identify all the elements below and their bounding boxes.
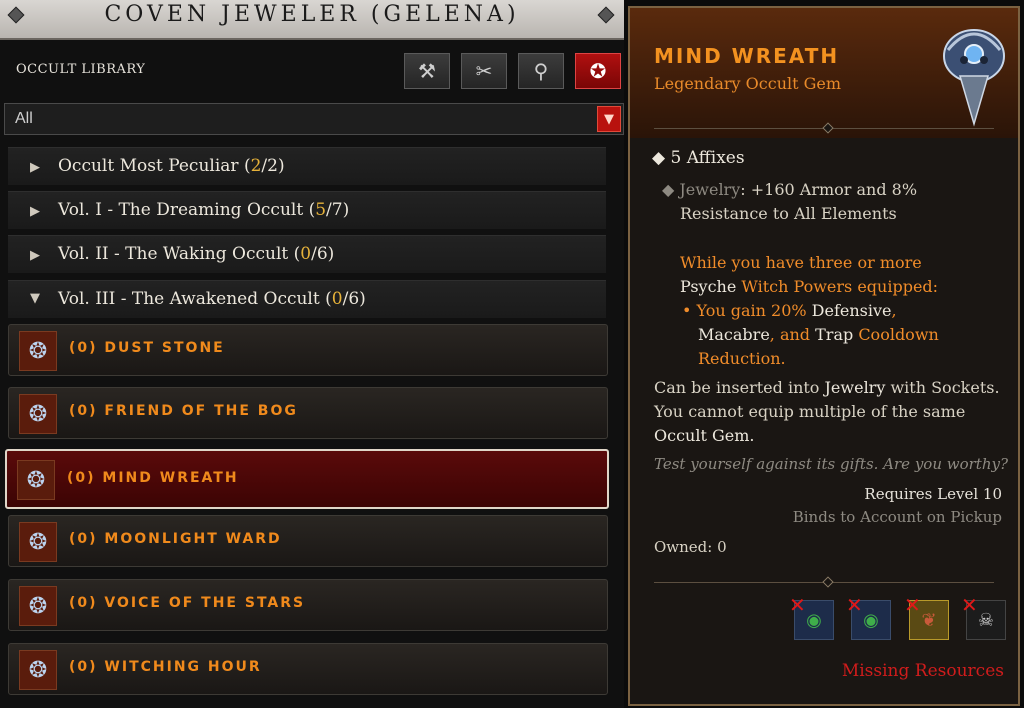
category-vol-2[interactable]: ▶ Vol. II - The Waking Occult (0/6) — [8, 235, 606, 273]
item-tooltip: MIND WREATH Legendary Occult Gem ◆ 5 Aff… — [628, 6, 1020, 706]
skull-material-icon: ☠ — [977, 609, 995, 631]
jeweler-panel: COVEN JEWELER (GELENA) OCCULT LIBRARY ⚒ … — [0, 0, 624, 708]
jewelry-affix-cont: Resistance to All Elements — [680, 204, 897, 223]
tongs-button[interactable]: ✂ — [461, 53, 507, 89]
occult-gem-icon: ❂ — [19, 650, 57, 690]
missing-x-icon: ✕ — [789, 593, 806, 617]
heart-material-icon: ❦ — [921, 609, 937, 631]
missing-x-icon: ✕ — [846, 593, 863, 617]
occult-gem-icon: ❂ — [19, 586, 57, 626]
item-name: MIND WREATH — [654, 44, 840, 68]
gem-name: (0) FRIEND OF THE BOG — [69, 403, 298, 419]
green-gem-material-icon: ◉ — [863, 609, 879, 631]
level-requirement: Requires Level 10 — [864, 485, 1002, 503]
material-slot[interactable]: ✕ ☠ — [961, 593, 1006, 640]
occult-gem-icon: ❂ — [19, 394, 57, 434]
category-vol-1[interactable]: ▶ Vol. I - The Dreaming Occult (5/7) — [8, 191, 606, 229]
material-slot[interactable]: ✕ ◉ — [789, 593, 834, 640]
gem-name: (0) WITCHING HOUR — [69, 659, 262, 675]
hammer-button[interactable]: ⚒ — [404, 53, 450, 89]
filter-value: All — [15, 110, 33, 127]
jewelry-affix: ◆ Jewelry: +160 Armor and 8% — [662, 180, 918, 199]
owned-count: Owned: 0 — [654, 538, 727, 556]
affix-count: ◆ 5 Affixes — [652, 148, 745, 168]
occult-gem-icon: ❂ — [19, 522, 57, 562]
gem-row-dust-stone[interactable]: ❂ (0) DUST STONE — [8, 324, 608, 376]
occult-gem-tab-icon: ✪ — [589, 59, 607, 83]
category-label: Occult Most Peculiar (2/2) — [58, 156, 285, 176]
socket-button[interactable]: ⚲ — [518, 53, 564, 89]
insert-line-3: Occult Gem. — [654, 426, 755, 445]
insert-line-1: Can be inserted into Jewelry with Socket… — [654, 378, 1000, 397]
occult-gem-tab-button[interactable]: ✪ — [575, 53, 621, 89]
socket-ring-icon: ⚲ — [533, 59, 549, 83]
gem-name: (0) DUST STONE — [69, 340, 225, 356]
material-slot[interactable]: ✕ ❦ — [904, 593, 949, 640]
occult-gem-icon: ❂ — [19, 331, 57, 371]
missing-resources-label: Missing Resources — [841, 661, 1004, 681]
expand-arrow-icon: ▶ — [30, 160, 40, 175]
missing-x-icon: ✕ — [961, 593, 978, 617]
window-title: COVEN JEWELER (GELENA) — [104, 2, 520, 27]
category-label: Vol. I - The Dreaming Occult (5/7) — [58, 200, 350, 220]
gem-row-friend-of-the-bog[interactable]: ❂ (0) FRIEND OF THE BOG — [8, 387, 608, 439]
bind-info: Binds to Account on Pickup — [792, 508, 1002, 526]
effect-line-2: Macabre, and Trap Cooldown — [698, 325, 939, 344]
gem-row-voice-of-the-stars[interactable]: ❂ (0) VOICE OF THE STARS — [8, 579, 608, 631]
collapse-arrow-icon: ▼ — [30, 291, 40, 306]
occult-gem-icon: ❂ — [17, 460, 55, 500]
missing-x-icon: ✕ — [904, 593, 921, 617]
material-slot[interactable]: ✕ ◉ — [846, 593, 891, 640]
chevron-down-icon[interactable]: ▼ — [597, 106, 621, 132]
gem-row-witching-hour[interactable]: ❂ (0) WITCHING HOUR — [8, 643, 608, 695]
gem-row-mind-wreath[interactable]: ❂ (0) MIND WREATH — [5, 449, 609, 509]
gem-row-moonlight-ward[interactable]: ❂ (0) MOONLIGHT WARD — [8, 515, 608, 567]
effect-line-1: • You gain 20% Defensive, — [682, 301, 897, 320]
gem-name: (0) VOICE OF THE STARS — [69, 595, 306, 611]
condition-line-1: While you have three or more — [680, 253, 922, 272]
green-gem-material-icon: ◉ — [806, 609, 822, 631]
hammer-icon: ⚒ — [418, 59, 436, 83]
category-label: Vol. III - The Awakened Occult (0/6) — [58, 289, 366, 309]
title-bar: COVEN JEWELER (GELENA) — [0, 0, 624, 40]
tongs-icon: ✂ — [475, 59, 493, 83]
condition-line-2: Psyche Witch Powers equipped: — [680, 277, 939, 296]
insert-line-2: You cannot equip multiple of the same — [654, 402, 966, 421]
filter-dropdown[interactable]: All ▼ — [4, 103, 624, 135]
effect-line-3: Reduction. — [698, 349, 786, 368]
gem-name: (0) MIND WREATH — [67, 470, 239, 486]
category-label: Vol. II - The Waking Occult (0/6) — [58, 244, 335, 264]
expand-arrow-icon: ▶ — [30, 248, 40, 263]
divider — [654, 122, 994, 134]
mind-wreath-gem-icon — [943, 29, 1005, 127]
category-occult-most-peculiar[interactable]: ▶ Occult Most Peculiar (2/2) — [8, 147, 606, 185]
category-vol-3[interactable]: ▼ Vol. III - The Awakened Occult (0/6) — [8, 280, 606, 318]
item-type: Legendary Occult Gem — [654, 74, 842, 93]
expand-arrow-icon: ▶ — [30, 204, 40, 219]
gem-name: (0) MOONLIGHT WARD — [69, 531, 282, 547]
divider — [654, 576, 994, 588]
occult-library-label: OCCULT LIBRARY — [16, 62, 146, 77]
flavor-text: Test yourself against its gifts. Are you… — [654, 455, 1009, 473]
